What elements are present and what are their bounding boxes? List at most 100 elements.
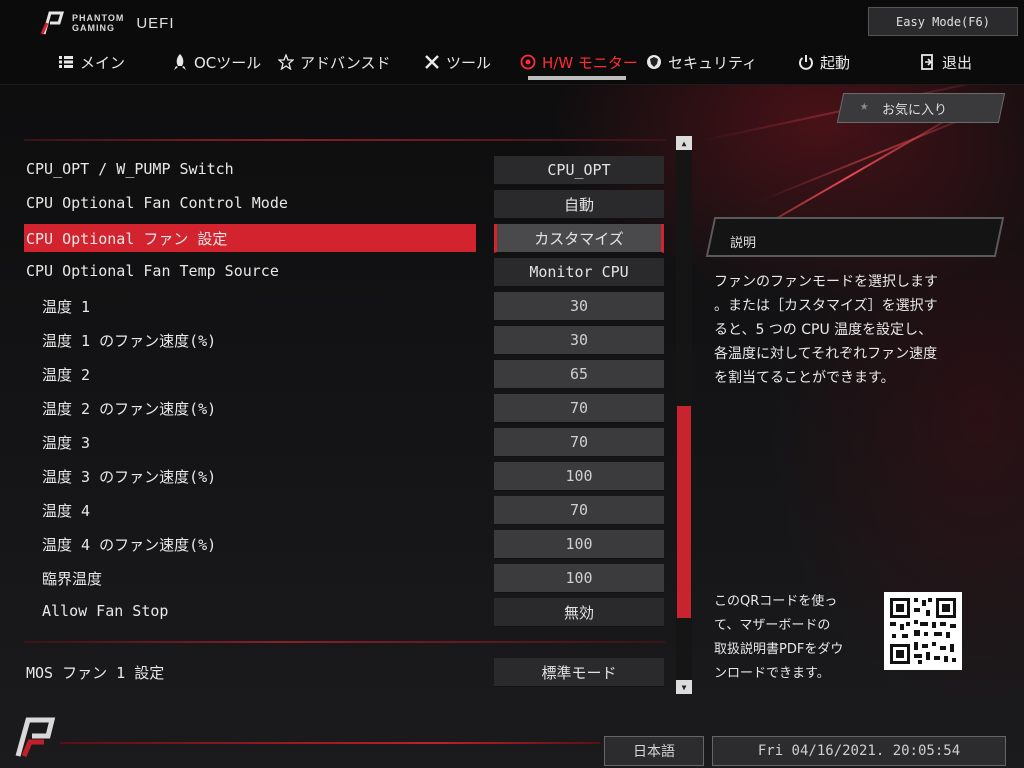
setting-row[interactable]: 温度 4 70 <box>24 496 666 525</box>
setting-value[interactable]: 標準モード <box>494 658 664 687</box>
section-divider <box>24 641 666 643</box>
tools-icon <box>424 54 440 70</box>
power-icon <box>798 54 814 70</box>
setting-label: 温度 1 <box>42 298 91 316</box>
tab-label: 退出 <box>942 53 973 72</box>
setting-value[interactable]: 無効 <box>494 598 664 627</box>
setting-label: 温度 4 のファン速度(%) <box>42 536 217 554</box>
setting-row[interactable]: 温度 1 のファン速度(%) 30 <box>24 326 666 355</box>
setting-label: 温度 2 <box>42 366 91 384</box>
tab-security[interactable]: セキュリティ <box>646 50 757 74</box>
setting-row[interactable]: Allow Fan Stop 無効 <box>24 598 666 627</box>
qr-line: ンロードできます。 <box>714 666 830 681</box>
description-title: 説明 <box>730 236 757 251</box>
monitor-icon <box>520 54 536 70</box>
setting-label: 臨界温度 <box>42 570 103 588</box>
tab-label: OCツール <box>194 53 262 72</box>
uefi-label: UEFI <box>136 14 175 32</box>
favorite-button[interactable]: ★ お気に入り <box>822 88 1006 126</box>
tab-hw-monitor[interactable]: H/W モニター <box>520 50 638 74</box>
setting-label: CPU_OPT / W_PUMP Switch <box>26 160 234 178</box>
tab-boot[interactable]: 起動 <box>798 50 850 74</box>
main-nav: メイン OCツール アドバンスド ツール H/W モニター セキュリティ 起動 … <box>0 44 1024 80</box>
setting-value-input[interactable]: 70 <box>494 496 664 525</box>
scroll-down-button[interactable]: ▼ <box>676 680 692 694</box>
setting-row-selected[interactable]: CPU Optional ファン 設定 カスタマイズ <box>24 224 666 253</box>
setting-label: 温度 2 のファン速度(%) <box>42 400 217 418</box>
favorite-label: お気に入り <box>882 103 948 118</box>
setting-label: CPU Optional Fan Temp Source <box>26 262 279 280</box>
qr-code-icon <box>884 592 962 670</box>
setting-row[interactable]: 温度 2 65 <box>24 360 666 389</box>
description-line: 。または［カスタマイズ］を選択す <box>714 298 938 314</box>
easy-mode-button[interactable]: Easy Mode(F6) <box>868 7 1018 36</box>
setting-label: MOS ファン 1 設定 <box>26 664 165 682</box>
setting-row[interactable]: 温度 3 のファン速度(%) 100 <box>24 462 666 491</box>
tab-label: ツール <box>446 53 492 72</box>
active-tab-indicator <box>528 76 626 80</box>
setting-value-input[interactable]: 100 <box>494 564 664 593</box>
scroll-up-button[interactable]: ▲ <box>676 136 692 150</box>
description-line: 各温度に対してそれぞれファン速度 <box>714 346 938 362</box>
setting-value-input[interactable]: 65 <box>494 360 664 389</box>
section-divider <box>24 139 666 141</box>
qr-line: て、マザーボードの <box>714 618 831 633</box>
setting-label: 温度 3 のファン速度(%) <box>42 468 217 486</box>
tab-label: アドバンスド <box>300 53 391 72</box>
setting-value[interactable]: 自動 <box>494 190 664 219</box>
setting-label: CPU Optional Fan Control Mode <box>26 194 288 212</box>
setting-row[interactable]: 温度 2 のファン速度(%) 70 <box>24 394 666 423</box>
tab-label: 起動 <box>820 53 851 72</box>
description-header: 説明 <box>700 214 1005 260</box>
setting-row[interactable]: 温度 3 70 <box>24 428 666 457</box>
tab-label: メイン <box>80 53 126 72</box>
description-line: を割当てることができます。 <box>714 370 895 386</box>
qr-description: このQRコードを使っ て、マザーボードの 取扱説明書PDFをダウ ンロードできま… <box>714 590 874 686</box>
setting-value-input[interactable]: 100 <box>494 530 664 559</box>
setting-row[interactable]: CPU Optional Fan Temp Source Monitor CPU <box>24 258 666 287</box>
setting-value-input[interactable]: 100 <box>494 462 664 491</box>
setting-row[interactable]: 臨界温度 100 <box>24 564 666 593</box>
list-icon <box>58 54 74 70</box>
scrollbar[interactable]: ▲ ▼ <box>676 136 692 694</box>
star-icon <box>278 54 294 70</box>
setting-label: 温度 3 <box>42 434 91 452</box>
description-line: ファンのファンモードを選択します <box>714 274 938 290</box>
tab-main[interactable]: メイン <box>58 50 125 74</box>
description-line: ると、5 つの CPU 温度を設定し、 <box>714 322 933 338</box>
setting-value-input[interactable]: 70 <box>494 428 664 457</box>
phantom-gaming-logo-icon <box>40 11 64 35</box>
setting-value-input[interactable]: 30 <box>494 326 664 355</box>
setting-row[interactable]: 温度 4 のファン速度(%) 100 <box>24 530 666 559</box>
tab-advanced[interactable]: アドバンスド <box>278 50 390 74</box>
setting-value[interactable]: カスタマイズ <box>494 224 664 253</box>
rocket-icon <box>172 54 188 70</box>
datetime-display: Fri 04/16/2021. 20:05:54 <box>712 736 1006 766</box>
tab-tools[interactable]: ツール <box>424 50 491 74</box>
setting-value[interactable]: CPU_OPT <box>494 156 664 185</box>
setting-row[interactable]: CPU_OPT / W_PUMP Switch CPU_OPT <box>24 156 666 185</box>
scrollbar-thumb[interactable] <box>677 406 691 618</box>
setting-label: CPU Optional ファン 設定 <box>26 230 228 248</box>
tab-label: セキュリティ <box>668 53 758 72</box>
exit-icon <box>920 54 936 70</box>
brand-line-2: GAMING <box>72 23 115 33</box>
setting-value-input[interactable]: 70 <box>494 394 664 423</box>
setting-value-input[interactable]: 30 <box>494 292 664 321</box>
brand-line-1: PHANTOM <box>72 13 125 23</box>
tab-exit[interactable]: 退出 <box>920 50 972 74</box>
setting-row[interactable]: 温度 1 30 <box>24 292 666 321</box>
setting-row[interactable]: CPU Optional Fan Control Mode 自動 <box>24 190 666 219</box>
qr-line: 取扱説明書PDFをダウ <box>714 642 844 657</box>
phantom-gaming-emblem-icon <box>15 717 56 757</box>
phantom-gaming-logo: PHANTOM GAMING UEFI <box>38 10 175 36</box>
tab-oc-tools[interactable]: OCツール <box>172 50 261 74</box>
tab-label: H/W モニター <box>542 53 638 72</box>
setting-label: 温度 1 のファン速度(%) <box>42 332 217 350</box>
language-button[interactable]: 日本語 <box>604 736 704 766</box>
header-bar: PHANTOM GAMING UEFI Easy Mode(F6) メイン OC… <box>0 0 1024 85</box>
footer-accent-line <box>60 742 600 744</box>
setting-value[interactable]: Monitor CPU <box>494 258 664 287</box>
setting-row[interactable]: MOS ファン 1 設定 標準モード <box>24 658 666 687</box>
brand-text: PHANTOM GAMING <box>72 13 124 33</box>
